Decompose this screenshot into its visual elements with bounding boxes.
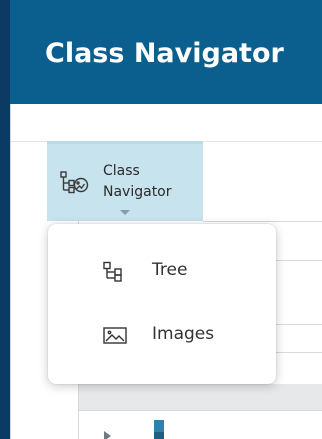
ribbon-bottom-divider (203, 221, 322, 222)
grid-line (276, 352, 322, 353)
menu-item-tree[interactable]: Tree (48, 247, 276, 295)
chevron-down-icon[interactable] (120, 210, 130, 215)
grid-line (276, 260, 322, 261)
page-title: Class Navigator (45, 38, 284, 69)
expand-arrow-icon[interactable] (104, 431, 111, 439)
image-icon (103, 327, 127, 344)
tree-icon (103, 261, 122, 282)
class-navigator-button[interactable]: Class Navigator (47, 141, 203, 221)
menu-item-label: Tree (152, 260, 188, 280)
class-navigator-label-line1: Class (103, 163, 140, 179)
left-rail (0, 0, 10, 439)
menu-item-images[interactable]: Images (48, 311, 276, 359)
class-navigator-icon (60, 171, 89, 194)
grid-row-shaded (79, 384, 322, 410)
title-bar: Class Navigator (10, 0, 322, 104)
grid-line (79, 410, 322, 411)
app-window: Class Navigator Class Navigator Tree Ima… (0, 0, 322, 439)
class-navigator-label: Class Navigator (103, 161, 172, 203)
class-navigator-menu: Tree Images (48, 224, 276, 384)
class-icon (154, 420, 164, 439)
class-navigator-label-line2: Navigator (103, 184, 172, 200)
menu-item-label: Images (152, 324, 215, 344)
grid-line (276, 324, 322, 325)
